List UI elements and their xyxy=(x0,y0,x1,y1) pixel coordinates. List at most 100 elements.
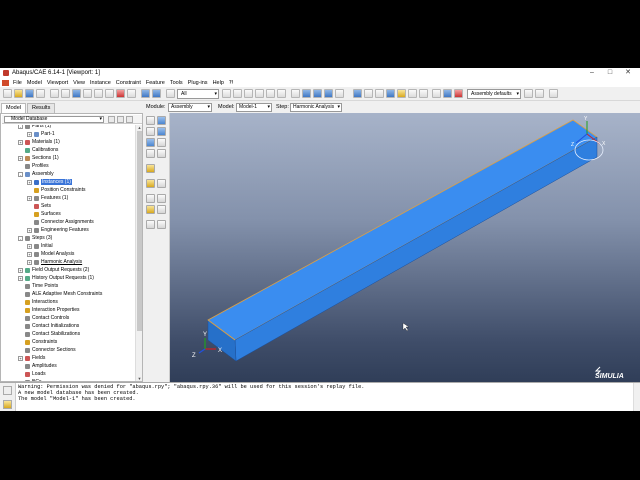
view-bottom-icon[interactable] xyxy=(335,89,344,98)
expand-icon[interactable]: + xyxy=(18,355,23,361)
rotate-instance-icon[interactable] xyxy=(146,138,155,147)
new-file-icon[interactable] xyxy=(3,89,12,98)
datum-plane-icon[interactable] xyxy=(146,205,155,214)
tree-item[interactable]: Contact Stabilizations xyxy=(18,330,80,338)
tree-item[interactable]: - Steps (3) xyxy=(18,234,52,242)
minimize-button[interactable]: – xyxy=(584,68,600,78)
instance-part-icon[interactable] xyxy=(146,116,155,125)
maximize-button[interactable]: □ xyxy=(602,68,618,78)
menu-feature[interactable]: Feature xyxy=(146,80,165,86)
shaded-icon[interactable] xyxy=(386,89,395,98)
select-edge-icon[interactable] xyxy=(255,89,264,98)
undo-icon[interactable] xyxy=(408,89,417,98)
tree-scrollbar[interactable]: ▲ ▼ xyxy=(135,125,142,381)
zoom-box-icon[interactable] xyxy=(105,89,114,98)
tree-item[interactable]: + Harmonic Analysis xyxy=(27,258,82,266)
radial-pattern-icon[interactable] xyxy=(146,127,155,136)
tree-item[interactable]: Interactions xyxy=(18,298,58,306)
expand-icon[interactable]: + xyxy=(27,179,32,185)
model-database-select[interactable]: Model Database ▾ xyxy=(4,116,104,123)
message-area-icon[interactable] xyxy=(3,386,12,395)
hidden-line-icon[interactable] xyxy=(375,89,384,98)
replace-all-icon[interactable] xyxy=(454,89,463,98)
select-point-icon[interactable] xyxy=(277,89,286,98)
select-cell-icon[interactable] xyxy=(233,89,242,98)
color-options-icon[interactable] xyxy=(535,89,544,98)
tree-item[interactable]: Profiles xyxy=(18,162,49,170)
python-console-icon[interactable] xyxy=(3,400,12,409)
view-top-icon[interactable] xyxy=(302,89,311,98)
module-select[interactable]: Assembly ▾ xyxy=(168,103,212,112)
translate-instance-icon[interactable] xyxy=(157,127,166,136)
tree-item[interactable]: Interaction Properties xyxy=(18,306,80,314)
render-style-icon[interactable] xyxy=(397,89,406,98)
merge-cut-icon[interactable] xyxy=(146,149,155,158)
tree-item[interactable]: Contact Initializations xyxy=(18,322,79,330)
menu-app-icon[interactable] xyxy=(2,79,9,86)
step-select[interactable]: Harmonic Analysis ▾ xyxy=(290,103,342,112)
collapse-icon[interactable]: - xyxy=(18,125,23,129)
tree-item[interactable]: + Sections (1) xyxy=(18,154,59,162)
tree-item[interactable]: Amplitudes xyxy=(18,362,57,370)
datum-axis-icon[interactable] xyxy=(157,194,166,203)
query-icon[interactable] xyxy=(353,89,362,98)
expand-icon[interactable]: + xyxy=(18,275,23,281)
view-back-icon[interactable] xyxy=(152,89,161,98)
menu-model[interactable]: Model xyxy=(27,80,42,86)
menu-constraint[interactable]: Constraint xyxy=(116,80,141,86)
close-button[interactable]: ✕ xyxy=(620,68,636,78)
parallel-face-icon[interactable] xyxy=(146,179,155,188)
zoom-icon[interactable] xyxy=(94,89,103,98)
set-manager-icon[interactable] xyxy=(146,220,155,229)
replace-instance-icon[interactable] xyxy=(157,149,166,158)
datum-point-icon[interactable] xyxy=(146,194,155,203)
pan-icon[interactable] xyxy=(50,89,59,98)
expand-icon[interactable]: + xyxy=(18,267,23,273)
fit-view-icon[interactable] xyxy=(116,89,125,98)
tree-item[interactable]: Connector Assignments xyxy=(27,218,94,226)
save-icon[interactable] xyxy=(25,89,34,98)
select-icon[interactable] xyxy=(61,89,70,98)
tree-item[interactable]: + Fields xyxy=(18,354,45,362)
color-palette-icon[interactable] xyxy=(524,89,533,98)
tab-model[interactable]: Model xyxy=(1,103,26,113)
selection-arrow-icon[interactable] xyxy=(166,89,175,98)
select-from-viewport-icon[interactable] xyxy=(222,89,231,98)
view-front-icon[interactable] xyxy=(141,89,150,98)
model-select[interactable]: Model-1 ▾ xyxy=(236,103,272,112)
tree-item[interactable]: Time Points xyxy=(18,282,58,290)
rotate-icon[interactable] xyxy=(83,89,92,98)
select-face-icon[interactable] xyxy=(244,89,253,98)
tree-item[interactable]: Loads xyxy=(18,370,46,378)
expand-icon[interactable]: + xyxy=(18,139,23,145)
menu-instance[interactable]: Instance xyxy=(90,80,111,86)
open-file-icon[interactable] xyxy=(14,89,23,98)
tree-item[interactable]: + Field Output Requests (2) xyxy=(18,266,89,274)
tree-item[interactable]: - Assembly xyxy=(18,170,54,178)
expand-icon[interactable]: + xyxy=(27,131,32,137)
color-code-icon[interactable] xyxy=(432,89,441,98)
tree-item[interactable]: + Part-1 xyxy=(27,130,55,138)
tree-item[interactable]: Sets xyxy=(27,202,51,210)
collapse-icon[interactable]: - xyxy=(18,235,23,241)
tab-results[interactable]: Results xyxy=(26,103,56,113)
display-group-icon[interactable] xyxy=(443,89,452,98)
redo-icon[interactable] xyxy=(419,89,428,98)
tree-item[interactable]: + Initial xyxy=(27,242,53,250)
view-right-icon[interactable] xyxy=(324,89,333,98)
tree-item[interactable]: Position Constraints xyxy=(27,186,85,194)
expand-icon[interactable]: + xyxy=(27,195,32,201)
tree-item[interactable]: + Instances (1) xyxy=(27,178,72,186)
view-left-icon[interactable] xyxy=(313,89,322,98)
expand-icon[interactable]: + xyxy=(27,251,32,257)
menu-view[interactable]: View xyxy=(73,80,85,86)
tree-item[interactable]: + Engineering Features xyxy=(27,226,89,234)
cycle-view-icon[interactable] xyxy=(127,89,136,98)
tree-item[interactable]: + Materials (1) xyxy=(18,138,60,146)
translate-to-icon[interactable] xyxy=(157,138,166,147)
viewport-canvas[interactable]: X Y Z Y X Z SIMULIA xyxy=(170,113,640,382)
menu-help[interactable]: Help xyxy=(213,80,224,86)
cursor-icon[interactable] xyxy=(72,89,81,98)
tree-item[interactable]: Contact Controls xyxy=(18,314,69,322)
wireframe-icon[interactable] xyxy=(364,89,373,98)
